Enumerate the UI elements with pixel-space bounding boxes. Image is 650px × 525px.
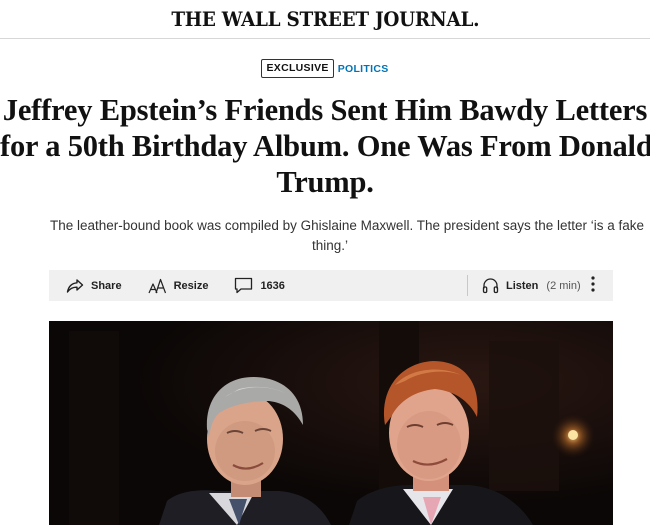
exclusive-badge: EXCLUSIVE: [261, 59, 334, 78]
headphones-icon: [482, 277, 499, 294]
comment-icon: [234, 277, 253, 294]
toolbar-divider: [467, 275, 468, 296]
dek-line: The leather-bound book was compiled by G…: [50, 218, 645, 233]
masthead: THE WALL STREET JOURNAL.: [0, 0, 650, 39]
headline-line: Jeffrey Epstein’s Friends Sent Him Bawdy…: [2, 93, 648, 127]
more-options-button[interactable]: [586, 270, 600, 301]
comments-button[interactable]: 1636: [234, 277, 285, 294]
headline-line: Trump.: [276, 165, 374, 199]
share-icon: [66, 278, 84, 294]
listen-duration: (2 min): [546, 279, 581, 292]
article-headline: Jeffrey Epstein’s Friends Sent Him Bawdy…: [0, 92, 650, 200]
article-dek: The leather-bound book was compiled by G…: [50, 216, 645, 256]
resize-button[interactable]: Resize: [148, 278, 209, 294]
resize-label: Resize: [173, 279, 209, 292]
article-flags: EXCLUSIVE POLITICS: [0, 59, 650, 78]
more-vertical-icon: [591, 276, 595, 295]
resize-icon: [148, 278, 167, 294]
share-label: Share: [91, 279, 122, 292]
headline-line: for a 50th Birthday Album. One Was From …: [0, 129, 650, 163]
share-button[interactable]: Share: [66, 278, 122, 294]
listen-button[interactable]: Listen (2 min): [482, 270, 581, 301]
article-toolbar: Share Resize 1636 Listen (2 min): [49, 270, 613, 301]
section-link-politics[interactable]: POLITICS: [338, 63, 389, 75]
dek-line: thing.’: [311, 238, 349, 253]
comment-count: 1636: [260, 279, 285, 292]
lead-photo: [49, 321, 613, 525]
wsj-logo[interactable]: THE WALL STREET JOURNAL.: [171, 7, 479, 31]
listen-label: Listen: [506, 279, 539, 292]
